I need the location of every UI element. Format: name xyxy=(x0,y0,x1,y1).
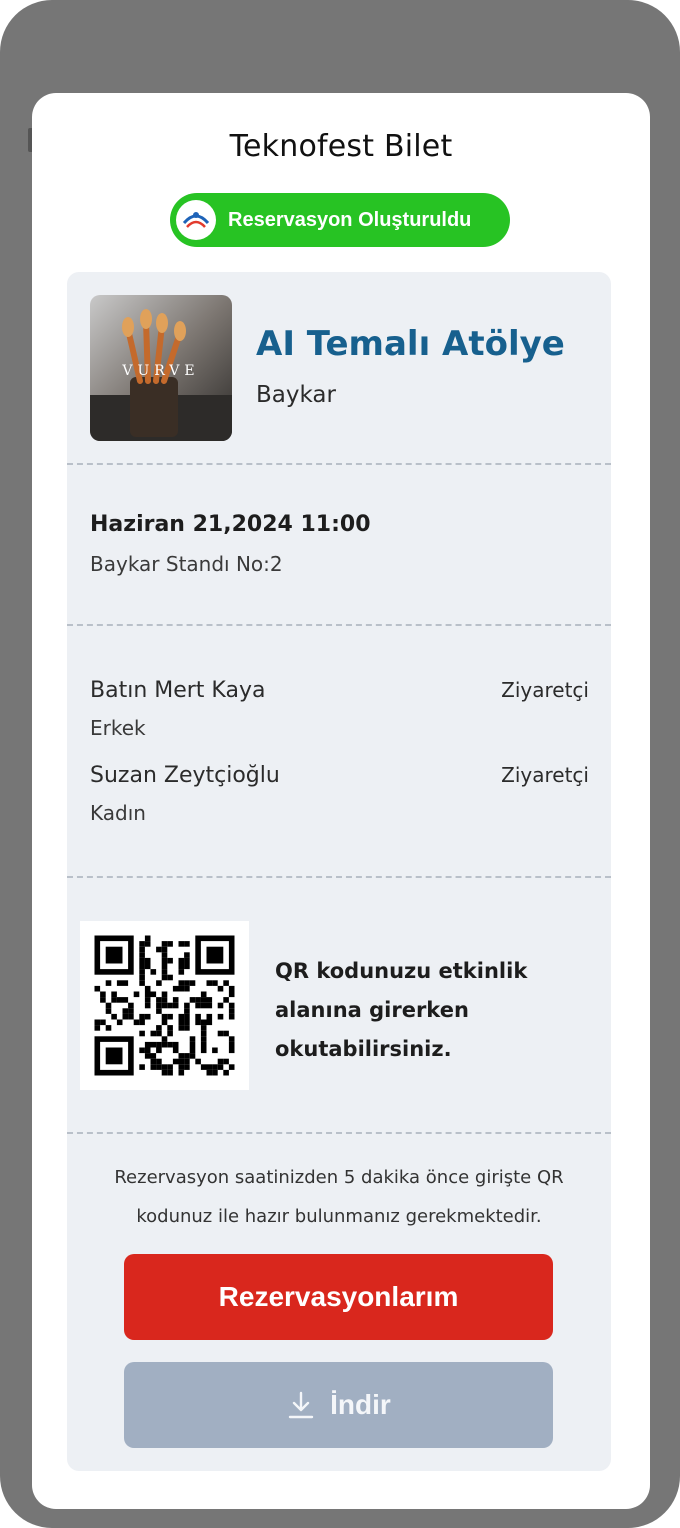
divider xyxy=(67,876,611,878)
event-date: Haziran 21,2024 11:00 xyxy=(90,512,371,537)
event-organizer: Baykar xyxy=(256,382,336,408)
divider xyxy=(67,1132,611,1134)
attendee-role: Ziyaretçi xyxy=(501,678,589,702)
event-title: AI Temalı Atölye xyxy=(256,324,565,364)
divider xyxy=(67,463,611,465)
download-button[interactable]: İndir xyxy=(124,1362,553,1448)
teknofest-logo-icon xyxy=(176,200,216,240)
event-location: Baykar Standı No:2 xyxy=(90,552,283,576)
device-frame: Teknofest Bilet Reservasyon Oluşturuldu xyxy=(0,0,680,1528)
divider xyxy=(67,624,611,626)
attendee-gender: Erkek xyxy=(90,716,146,740)
entry-note: Rezervasyon saatinizden 5 dakika önce gi… xyxy=(114,1167,564,1227)
reservations-button[interactable]: Rezervasyonlarım xyxy=(124,1254,553,1340)
reservations-button-label: Rezervasyonlarım xyxy=(218,1281,459,1312)
attendee-gender: Kadın xyxy=(90,801,146,825)
modal-title: Teknofest Bilet xyxy=(229,129,453,164)
attendee-role: Ziyaretçi xyxy=(501,763,589,787)
status-badge-label: Reservasyon Oluşturuldu xyxy=(228,208,472,231)
download-button-label: İndir xyxy=(330,1389,391,1420)
ticket-card: VURVE AI Temalı Atölye Baykar Haziran 21… xyxy=(67,272,611,1471)
qr-code-icon xyxy=(80,921,249,1090)
attendee-name: Batın Mert Kaya xyxy=(90,678,266,703)
status-badge: Reservasyon Oluşturuldu xyxy=(170,193,510,247)
qr-instruction: QR kodunuzu etkinlik alanına girerken ok… xyxy=(275,959,528,1061)
attendee-name: Suzan Zeytçioğlu xyxy=(90,763,280,788)
ticket-modal: Teknofest Bilet Reservasyon Oluşturuldu xyxy=(32,93,650,1509)
event-thumbnail: VURVE xyxy=(90,295,232,441)
svg-text:VURVE: VURVE xyxy=(121,363,199,379)
download-icon xyxy=(286,1390,316,1420)
